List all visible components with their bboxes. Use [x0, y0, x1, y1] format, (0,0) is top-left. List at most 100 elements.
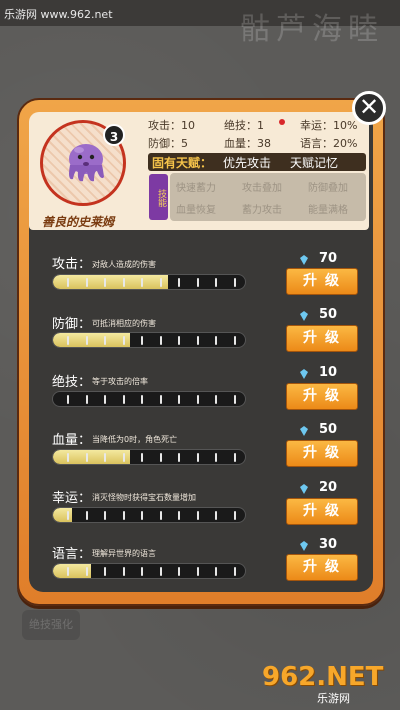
bar-tick — [67, 336, 69, 345]
bar-tick — [67, 511, 69, 520]
progress-bar — [52, 449, 246, 465]
bar-tick — [159, 453, 162, 462]
row-desc: 当降低为0时，角色死亡 — [92, 435, 178, 444]
progress-fill — [53, 275, 169, 289]
bar-tick — [122, 395, 125, 404]
bar-tick — [159, 567, 162, 576]
talent-priority-attack: 优先攻击 — [223, 156, 272, 170]
bar-tick — [178, 336, 180, 345]
skill-item[interactable]: 能量满格 — [308, 201, 348, 216]
bar-tick — [67, 567, 69, 576]
progress-fill — [53, 508, 73, 522]
bar-tick — [141, 511, 143, 520]
bar-tick — [122, 278, 125, 287]
bar-tick — [178, 395, 180, 404]
bar-tick — [141, 395, 143, 404]
upgrade-button[interactable]: 升级 — [286, 383, 358, 410]
progress-bar — [52, 332, 246, 348]
cost-value: 20 — [319, 480, 338, 495]
bar-tick — [159, 278, 162, 287]
bar-tick — [196, 395, 199, 404]
skill-item[interactable]: 攻击叠加 — [242, 179, 282, 194]
row-label: 防御： — [52, 317, 92, 332]
upgrade-button[interactable]: 升级 — [286, 554, 358, 581]
background-title: 骷芦海睦 — [240, 12, 384, 47]
bar-tick — [85, 511, 88, 520]
bar-tick — [104, 278, 106, 287]
progress-bar — [52, 274, 246, 290]
talent-memory: 天赋记忆 — [290, 156, 339, 170]
bar-tick — [104, 511, 106, 520]
bar-tick — [104, 453, 106, 462]
row-desc: 理解异世界的语言 — [92, 549, 156, 558]
bar-tick — [196, 453, 199, 462]
bar-tick — [233, 395, 236, 404]
upgrade-button[interactable]: 升级 — [286, 440, 358, 467]
background-ghost-button: 绝技强化 — [22, 610, 80, 640]
bar-tick — [141, 278, 143, 287]
skill-item[interactable]: 蓄力攻击 — [242, 201, 282, 216]
upgrade-button[interactable]: 升级 — [286, 268, 358, 295]
row-label: 血量： — [52, 433, 92, 448]
bar-tick — [122, 511, 125, 520]
slime-icon — [69, 144, 104, 182]
gem-icon — [300, 426, 308, 436]
row-label: 幸运： — [52, 491, 92, 506]
skill-item[interactable]: 防御叠加 — [308, 179, 348, 194]
gem-icon — [300, 255, 308, 265]
bar-tick — [104, 567, 106, 576]
bar-tick — [215, 567, 217, 576]
bar-tick — [67, 453, 69, 462]
bar-tick — [67, 278, 69, 287]
bar-tick — [122, 453, 125, 462]
bar-tick — [233, 511, 236, 520]
watermark-top-text: 乐游网 www.962.net — [4, 8, 113, 21]
row-desc: 消灭怪物时获得宝石数量增加 — [92, 493, 196, 502]
bar-tick — [196, 278, 199, 287]
watermark-logo-sub: 乐游网 — [317, 692, 350, 705]
row-label: 绝技： — [52, 375, 92, 390]
cost-value: 30 — [319, 537, 338, 552]
skills-grid: 快速蓄力 攻击叠加 防御叠加 血量恢复 蓄力攻击 能量满格 — [170, 173, 366, 221]
bar-tick — [215, 453, 217, 462]
bar-tick — [85, 278, 88, 287]
bar-tick — [233, 453, 236, 462]
bar-tick — [141, 453, 143, 462]
gem-icon — [300, 369, 308, 379]
bar-tick — [196, 511, 199, 520]
bar-tick — [233, 278, 236, 287]
bar-tick — [159, 395, 162, 404]
progress-fill — [53, 333, 130, 347]
stat-defense: 防御：5 — [148, 137, 188, 150]
upgrade-button[interactable]: 升级 — [286, 325, 358, 352]
bar-tick — [196, 567, 199, 576]
progress-bar — [52, 563, 246, 579]
stat-hp: 血量：38 — [224, 137, 271, 150]
bar-tick — [85, 336, 88, 345]
bar-tick — [85, 395, 88, 404]
gem-icon — [300, 311, 308, 321]
bar-tick — [159, 336, 162, 345]
bar-tick — [122, 336, 125, 345]
upgrade-button[interactable]: 升级 — [286, 498, 358, 525]
bar-tick — [215, 278, 217, 287]
stat-language: 语言：20% — [300, 137, 358, 150]
progress-bar — [52, 507, 246, 523]
row-desc: 可抵消相应的伤害 — [92, 319, 156, 328]
close-button[interactable]: ✕ — [352, 91, 386, 125]
gem-icon — [300, 484, 308, 494]
bar-tick — [141, 336, 143, 345]
bar-tick — [196, 336, 199, 345]
bar-tick — [178, 567, 180, 576]
skill-item[interactable]: 血量恢复 — [176, 201, 216, 216]
bar-tick — [104, 336, 106, 345]
skill-item[interactable]: 快速蓄力 — [176, 179, 216, 194]
stat-luck: 幸运：10% — [300, 119, 358, 132]
row-desc: 等于攻击的倍率 — [92, 377, 148, 386]
bar-tick — [122, 567, 125, 576]
bar-tick — [233, 567, 236, 576]
hero-name: 善良的史莱姆 — [42, 215, 115, 229]
bar-tick — [233, 336, 236, 345]
row-label: 语言： — [52, 547, 92, 562]
cost-value: 70 — [319, 251, 338, 266]
